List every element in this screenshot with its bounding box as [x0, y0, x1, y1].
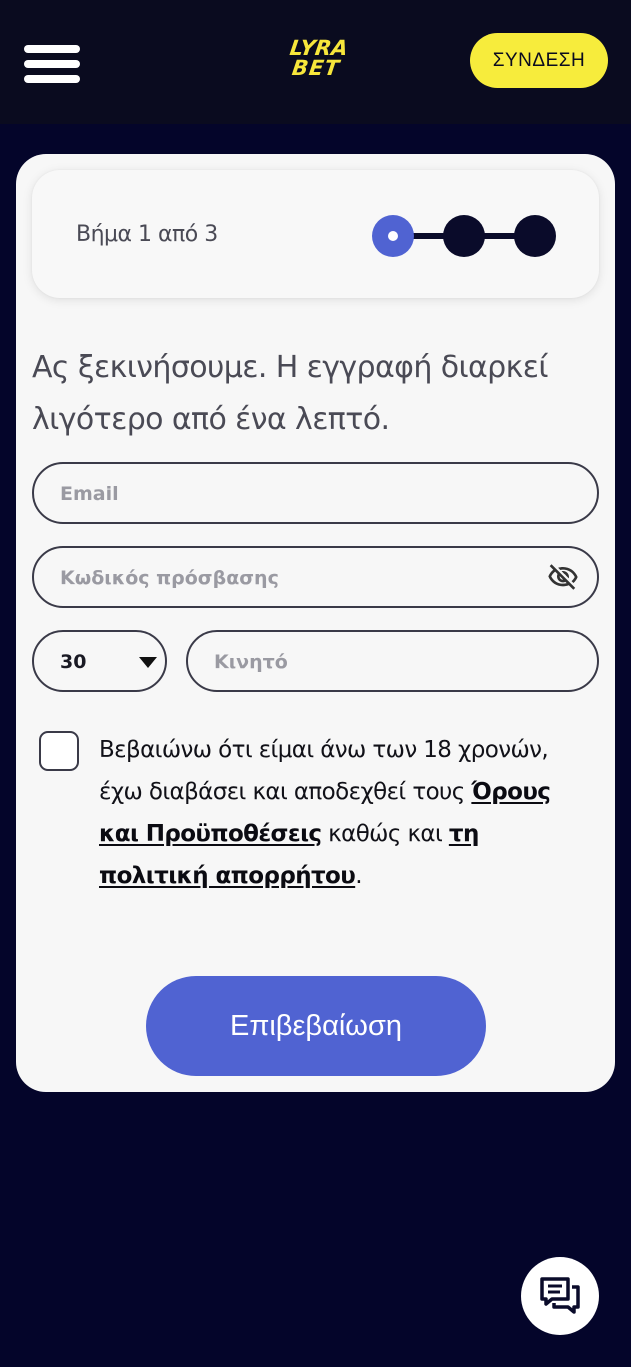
menu-bar: [24, 75, 80, 83]
step-dot-1-active: [372, 215, 414, 257]
step-dot-3: [514, 215, 556, 257]
login-button[interactable]: ΣΥΝΔΕΣΗ: [470, 33, 608, 88]
step-progress: [372, 214, 557, 258]
country-prefix-select[interactable]: 30: [32, 630, 167, 692]
lyrabet-logo[interactable]: LYRA BET: [269, 36, 365, 84]
top-header: LYRA BET ΣΥΝΔΕΣΗ: [0, 0, 631, 124]
menu-bar: [24, 60, 80, 68]
chat-icon: [540, 1277, 580, 1314]
password-field[interactable]: Κωδικός πρόσβασης: [32, 546, 599, 608]
email-field[interactable]: Email: [32, 462, 599, 524]
consent-text-2: καθώς και: [321, 821, 449, 847]
registration-card: Βήμα 1 από 3 Ας ξεκινήσουμε. Η εγγραφή δ…: [16, 154, 615, 1092]
chevron-down-icon: [139, 657, 157, 668]
logo-line-1: LYRA: [288, 36, 350, 60]
age-terms-checkbox[interactable]: [39, 731, 79, 771]
consent-text: Βεβαιώνω ότι είμαι άνω των 18 χρονών, έχ…: [99, 729, 594, 897]
chat-button[interactable]: [521, 1257, 599, 1335]
logo-line-2: BET: [290, 56, 342, 80]
menu-bar: [24, 45, 80, 53]
step-label: Βήμα 1 από 3: [76, 222, 218, 247]
mobile-placeholder: Κινητό: [214, 651, 288, 673]
mobile-field[interactable]: Κινητό: [186, 630, 599, 692]
prefix-value: 30: [60, 651, 87, 673]
consent-text-3: .: [355, 863, 362, 889]
confirm-button[interactable]: Επιβεβαίωση: [146, 976, 486, 1076]
hamburger-menu-icon[interactable]: [24, 45, 80, 83]
step-indicator-box: Βήμα 1 από 3: [32, 170, 599, 298]
email-placeholder: Email: [60, 483, 119, 505]
password-placeholder: Κωδικός πρόσβασης: [60, 567, 279, 589]
step-dot-2: [443, 215, 485, 257]
intro-text: Ας ξεκινήσουμε. Η εγγραφή διαρκεί λιγότε…: [32, 350, 548, 437]
eye-off-icon[interactable]: [545, 561, 581, 593]
